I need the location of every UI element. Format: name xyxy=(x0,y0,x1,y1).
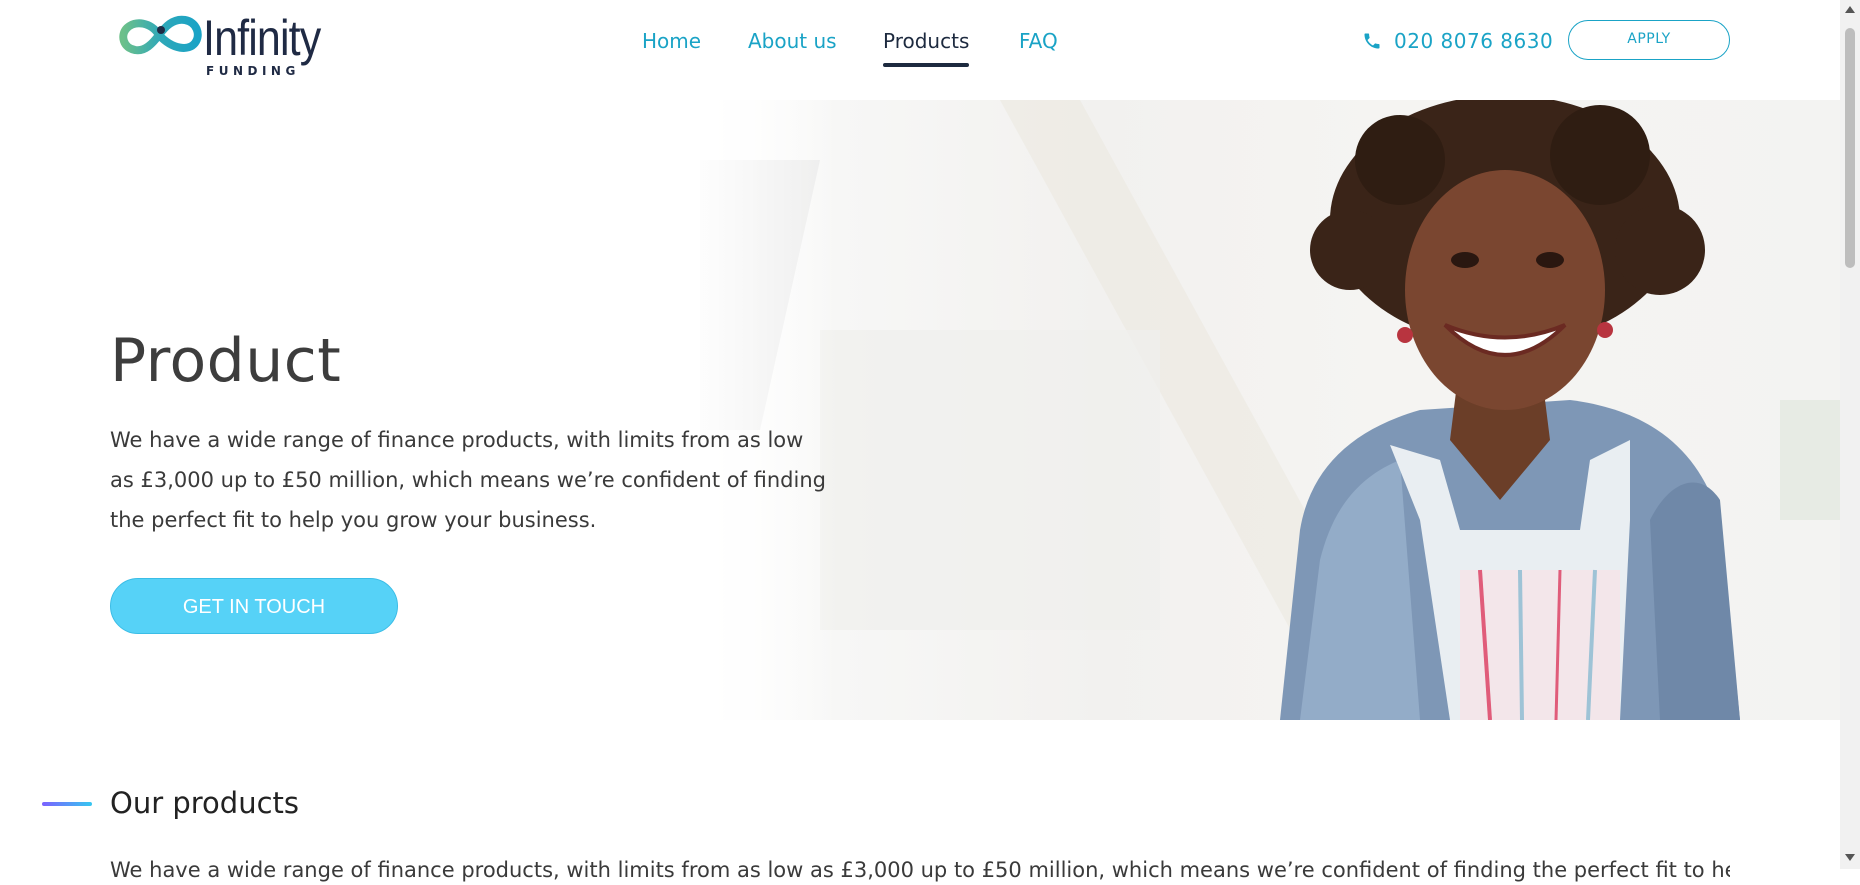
site-header: Infinity FUNDING Home About us Products … xyxy=(0,0,1840,100)
scroll-down-arrow-icon[interactable] xyxy=(1845,854,1855,861)
hero-description: We have a wide range of finance products… xyxy=(110,428,826,532)
scroll-up-arrow-icon[interactable] xyxy=(1845,6,1855,13)
phone-icon xyxy=(1364,33,1380,49)
section-accent-line xyxy=(42,802,92,806)
infinity-logo-icon xyxy=(119,15,202,55)
logo-tagline: FUNDING xyxy=(206,64,300,78)
get-in-touch-button[interactable]: GET IN TOUCH xyxy=(110,578,398,634)
our-products-heading: Our products xyxy=(110,786,299,820)
logo-wordmark: Infinity xyxy=(203,10,321,66)
hero-gradient-overlay xyxy=(600,100,840,720)
hero-photo xyxy=(700,100,1840,720)
nav-faq[interactable]: FAQ xyxy=(1019,26,1058,56)
nav-products[interactable]: Products xyxy=(883,26,970,67)
nav-about-us[interactable]: About us xyxy=(748,26,837,56)
phone-number: 020 8076 8630 xyxy=(1394,29,1554,53)
infinity-funding-logo[interactable]: Infinity FUNDING xyxy=(115,10,335,78)
our-products-description: We have a wide range of finance products… xyxy=(110,858,1730,882)
nav-home[interactable]: Home xyxy=(642,26,701,56)
scroll-thumb[interactable] xyxy=(1845,28,1855,268)
page-scrollbar[interactable] xyxy=(1840,0,1860,869)
hero-banner: Product We have a wide range of finance … xyxy=(0,100,1840,720)
apply-button[interactable]: APPLY xyxy=(1568,20,1730,60)
page-title: Product xyxy=(110,326,342,396)
hero-woman-image xyxy=(700,100,1840,720)
